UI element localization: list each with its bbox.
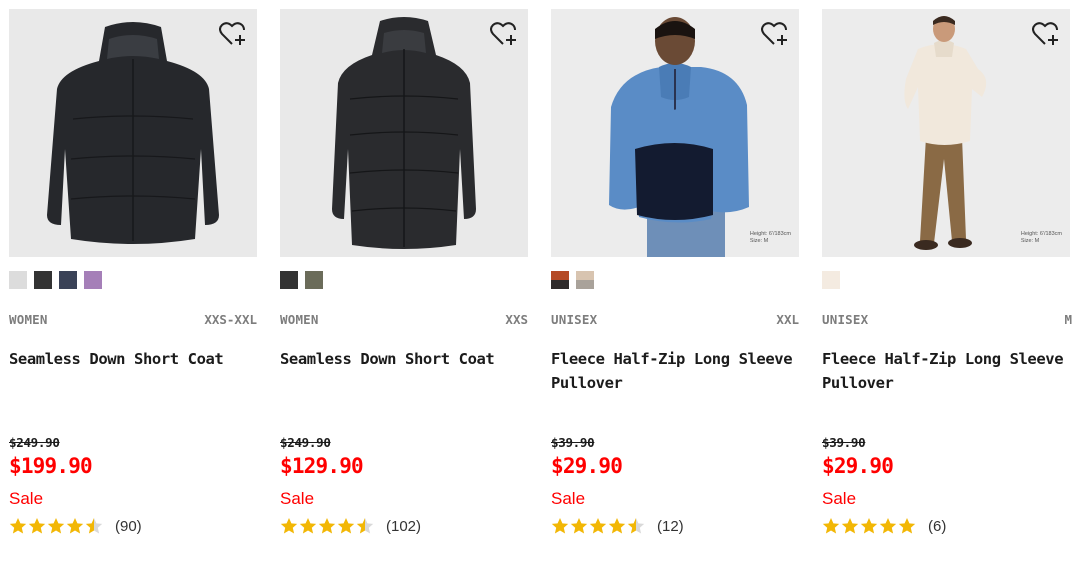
star-full-icon <box>299 518 317 534</box>
original-price: $39.90 <box>822 435 866 450</box>
product-image[interactable]: Height: 6'/183cm Size: M <box>822 9 1070 257</box>
color-swatch[interactable] <box>9 271 27 289</box>
star-full-icon <box>551 518 569 534</box>
star-half-icon <box>356 518 374 534</box>
sale-label: Sale <box>822 489 857 508</box>
color-swatches <box>551 271 594 289</box>
product-grid: WOMEN XXS-XXL Seamless Down Short Coat $… <box>0 0 1080 573</box>
review-count[interactable]: (102) <box>386 518 421 535</box>
heart-plus-icon[interactable] <box>1032 21 1060 47</box>
star-full-icon <box>66 518 84 534</box>
star-rating <box>551 517 645 535</box>
review-count[interactable]: (90) <box>115 518 142 535</box>
sale-label: Sale <box>551 489 586 508</box>
star-full-icon <box>822 518 840 534</box>
star-full-icon <box>570 518 588 534</box>
star-full-icon <box>318 518 336 534</box>
gender-label: UNISEX <box>551 312 598 327</box>
heart-plus-icon[interactable] <box>490 21 518 47</box>
product-image[interactable] <box>280 9 528 257</box>
color-swatch[interactable] <box>305 271 323 289</box>
gender-label: UNISEX <box>822 312 869 327</box>
color-swatch[interactable] <box>59 271 77 289</box>
model-height: Height: 6'/183cm <box>1020 231 1062 237</box>
rating: (90) <box>9 515 142 537</box>
color-swatch[interactable] <box>280 271 298 289</box>
model-info: Height: 6'/183cm Size: M <box>750 231 791 245</box>
star-full-icon <box>898 518 916 534</box>
star-rating <box>9 517 103 535</box>
color-swatch[interactable] <box>822 271 840 289</box>
star-full-icon <box>841 518 859 534</box>
review-count[interactable]: (6) <box>928 518 946 535</box>
sale-label: Sale <box>9 489 44 508</box>
product-name[interactable]: Fleece Half-Zip Long Sleeve Pullover <box>551 347 803 395</box>
star-rating <box>280 517 374 535</box>
original-price: $39.90 <box>551 435 595 450</box>
model-size: Size: M <box>749 238 769 244</box>
star-full-icon <box>608 518 626 534</box>
color-swatch[interactable] <box>551 271 569 289</box>
color-swatch[interactable] <box>576 271 594 289</box>
star-full-icon <box>879 518 897 534</box>
gender-label: WOMEN <box>9 312 48 327</box>
sale-label: Sale <box>280 489 315 508</box>
sale-price: $199.90 <box>9 454 93 478</box>
star-half-icon <box>627 518 645 534</box>
product-image[interactable] <box>9 9 257 257</box>
product-card[interactable]: Height: 6'/183cm Size: M UNISEX XXL Flee… <box>551 9 799 569</box>
review-count[interactable]: (12) <box>657 518 684 535</box>
model-info: Height: 6'/183cm Size: M <box>1021 231 1062 245</box>
star-full-icon <box>280 518 298 534</box>
product-card[interactable]: WOMEN XXS Seamless Down Short Coat $249.… <box>280 9 528 569</box>
rating: (102) <box>280 515 421 537</box>
sale-price: $29.90 <box>551 454 623 478</box>
product-card[interactable]: Height: 6'/183cm Size: M UNISEX M Fleece… <box>822 9 1072 569</box>
gender-label: WOMEN <box>280 312 319 327</box>
star-full-icon <box>28 518 46 534</box>
star-full-icon <box>337 518 355 534</box>
star-full-icon <box>9 518 27 534</box>
color-swatch[interactable] <box>34 271 52 289</box>
star-full-icon <box>860 518 878 534</box>
star-rating <box>822 517 916 535</box>
color-swatches <box>822 271 840 289</box>
size-range: M <box>1064 312 1072 327</box>
product-name[interactable]: Seamless Down Short Coat <box>9 347 261 371</box>
rating: (6) <box>822 515 946 537</box>
product-card[interactable]: WOMEN XXS-XXL Seamless Down Short Coat $… <box>9 9 257 569</box>
size-range: XXL <box>776 312 799 327</box>
size-range: XXS-XXL <box>204 312 257 327</box>
sale-price: $129.90 <box>280 454 364 478</box>
sale-price: $29.90 <box>822 454 894 478</box>
color-swatches <box>280 271 323 289</box>
model-height: Height: 6'/183cm <box>749 231 791 237</box>
color-swatch[interactable] <box>84 271 102 289</box>
model-size: Size: M <box>1020 238 1040 244</box>
star-full-icon <box>589 518 607 534</box>
original-price: $249.90 <box>280 435 331 450</box>
original-price: $249.90 <box>9 435 60 450</box>
star-full-icon <box>47 518 65 534</box>
size-range: XXS <box>505 312 528 327</box>
star-half-icon <box>85 518 103 534</box>
product-name[interactable]: Seamless Down Short Coat <box>280 347 532 371</box>
product-image[interactable]: Height: 6'/183cm Size: M <box>551 9 799 257</box>
heart-plus-icon[interactable] <box>761 21 789 47</box>
heart-plus-icon[interactable] <box>219 21 247 47</box>
color-swatches <box>9 271 102 289</box>
product-name[interactable]: Fleece Half-Zip Long Sleeve Pullover <box>822 347 1074 395</box>
rating: (12) <box>551 515 684 537</box>
